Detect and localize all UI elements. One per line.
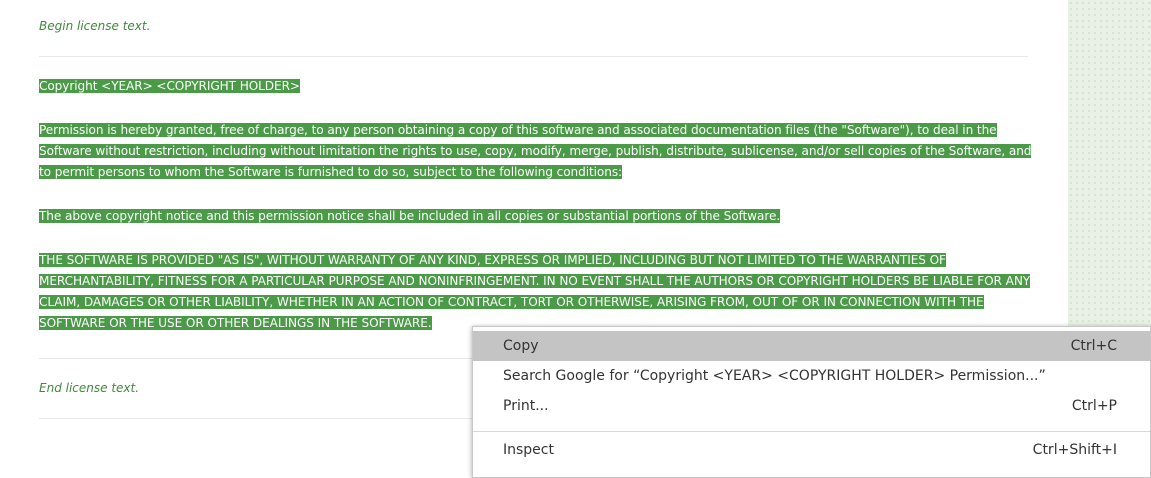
- context-menu-copy[interactable]: Copy Ctrl+C: [473, 331, 1150, 361]
- inspect-shortcut: Ctrl+Shift+I: [1032, 442, 1117, 458]
- print-label: Print...: [503, 398, 549, 414]
- context-menu: Copy Ctrl+C Search Google for “Copyright…: [472, 326, 1151, 478]
- copy-shortcut: Ctrl+C: [1070, 338, 1117, 354]
- copy-label: Copy: [503, 338, 539, 354]
- permission-text: Permission is hereby granted, free of ch…: [39, 123, 1032, 179]
- license-copyright-paragraph[interactable]: Copyright <YEAR> <COPYRIGHT HOLDER>: [39, 76, 1039, 97]
- begin-license-note: Begin license text.: [39, 19, 151, 33]
- context-menu-separator: [473, 431, 1150, 432]
- end-license-note: End license text.: [39, 381, 140, 395]
- warranty-text: THE SOFTWARE IS PROVIDED "AS IS", WITHOU…: [39, 253, 1031, 330]
- notice-text: The above copyright notice and this perm…: [39, 209, 781, 223]
- search-google-label: Search Google for “Copyright <YEAR> <COP…: [503, 368, 1046, 384]
- top-divider: [39, 56, 1028, 57]
- license-notice-paragraph[interactable]: The above copyright notice and this perm…: [39, 206, 1039, 227]
- context-menu-print[interactable]: Print... Ctrl+P: [473, 391, 1150, 421]
- inspect-label: Inspect: [503, 442, 554, 458]
- license-permission-paragraph[interactable]: Permission is hereby granted, free of ch…: [39, 120, 1039, 183]
- license-warranty-paragraph[interactable]: THE SOFTWARE IS PROVIDED "AS IS", WITHOU…: [39, 250, 1039, 334]
- copyright-line: Copyright <YEAR> <COPYRIGHT HOLDER>: [39, 79, 300, 93]
- context-menu-inspect[interactable]: Inspect Ctrl+Shift+I: [473, 435, 1150, 465]
- print-shortcut: Ctrl+P: [1071, 398, 1117, 414]
- context-menu-search-google[interactable]: Search Google for “Copyright <YEAR> <COP…: [473, 361, 1150, 391]
